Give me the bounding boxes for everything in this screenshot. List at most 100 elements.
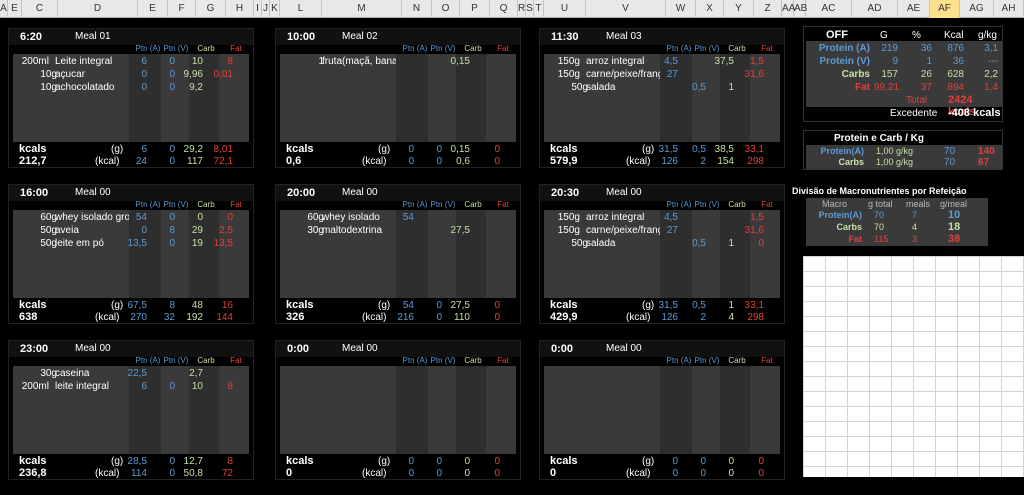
col-header-k[interactable]: K (270, 0, 280, 18)
item-value[interactable] (414, 225, 442, 237)
item-qty[interactable]: 150g (550, 56, 580, 68)
col-header-ah[interactable]: AH (994, 0, 1024, 18)
col-header-w[interactable]: W (666, 0, 696, 18)
item-value[interactable]: 29 (175, 225, 203, 237)
item-food[interactable]: carne/peixe/frango (586, 69, 660, 81)
col-header-a[interactable]: A (0, 0, 8, 18)
item-value[interactable] (386, 56, 414, 68)
item-value[interactable]: 0 (147, 238, 175, 250)
col-header-n[interactable]: N (402, 0, 432, 18)
item-value[interactable]: 4,5 (650, 56, 678, 68)
col-header-ae[interactable]: AE (898, 0, 930, 18)
col-header-z[interactable]: Z (754, 0, 782, 18)
item-value[interactable]: 0 (147, 69, 175, 81)
item-value[interactable] (147, 368, 175, 380)
item-qty[interactable]: 150g (550, 212, 580, 224)
item-food[interactable]: whey isolado (322, 212, 396, 224)
item-qty[interactable]: 10g (27, 82, 57, 94)
item-food[interactable]: arroz integral (586, 56, 660, 68)
col-header-p[interactable]: P (460, 0, 490, 18)
item-value[interactable]: 0 (205, 212, 233, 224)
col-header-t[interactable]: T (534, 0, 544, 18)
item-value[interactable] (678, 56, 706, 68)
item-qty[interactable]: 50g (558, 238, 588, 250)
item-value[interactable]: 0,01 (205, 69, 233, 81)
col-header-y[interactable]: Y (724, 0, 754, 18)
item-value[interactable]: 2,7 (175, 368, 203, 380)
col-header-r[interactable]: R (518, 0, 526, 18)
item-food[interactable]: salada (586, 238, 660, 250)
item-qty[interactable]: 30g (27, 368, 57, 380)
item-value[interactable]: 1 (706, 82, 734, 94)
item-value[interactable] (414, 56, 442, 68)
item-value[interactable] (205, 82, 233, 94)
col-header-aa[interactable]: AA (782, 0, 795, 18)
item-value[interactable]: 0 (119, 69, 147, 81)
col-header-m[interactable]: M (322, 0, 402, 18)
item-qty[interactable]: 150g (550, 225, 580, 237)
col-header-j[interactable]: J (262, 0, 270, 18)
item-value[interactable] (706, 69, 734, 81)
item-food[interactable]: fruta(maçã, banana) (322, 56, 396, 68)
col-header-u[interactable]: U (544, 0, 586, 18)
item-value[interactable]: 31,6 (736, 69, 764, 81)
col-header-h[interactable]: H (226, 0, 254, 18)
col-header-l[interactable]: L (280, 0, 322, 18)
item-value[interactable]: 1 (706, 238, 734, 250)
item-qty[interactable]: 150g (550, 69, 580, 81)
item-qty[interactable]: 200ml (19, 381, 49, 393)
col-header-q[interactable]: Q (490, 0, 518, 18)
item-value[interactable]: 9,96 (175, 69, 203, 81)
col-header-o[interactable]: O (432, 0, 460, 18)
item-value[interactable] (414, 212, 442, 224)
col-header-d[interactable]: D (58, 0, 138, 18)
item-food[interactable]: whey isolado grow (55, 212, 129, 224)
item-qty[interactable]: 60g (294, 212, 324, 224)
item-value[interactable]: 2,5 (205, 225, 233, 237)
item-value[interactable]: 0,5 (678, 82, 706, 94)
item-value[interactable] (472, 225, 500, 237)
col-header-x[interactable]: X (696, 0, 724, 18)
item-value[interactable]: 8 (205, 381, 233, 393)
col-header-ad[interactable]: AD (852, 0, 898, 18)
col-header-af[interactable]: AF (930, 0, 960, 18)
col-header-f[interactable]: F (168, 0, 196, 18)
item-food[interactable]: leite integral (55, 381, 129, 393)
item-food[interactable]: arroz integral (586, 212, 660, 224)
item-value[interactable]: 27 (650, 69, 678, 81)
item-value[interactable]: 0 (147, 212, 175, 224)
item-value[interactable] (736, 82, 764, 94)
item-value[interactable]: 0,5 (678, 238, 706, 250)
item-value[interactable]: 31,6 (736, 225, 764, 237)
item-food[interactable]: açucar (55, 69, 129, 81)
item-food[interactable]: salada (586, 82, 660, 94)
item-value[interactable] (706, 225, 734, 237)
col-header-c[interactable]: C (22, 0, 58, 18)
item-value[interactable]: 22,5 (119, 368, 147, 380)
item-value[interactable]: 4,5 (650, 212, 678, 224)
item-value[interactable]: 6 (119, 381, 147, 393)
item-value[interactable]: 27,5 (442, 225, 470, 237)
item-food[interactable]: aveia (55, 225, 129, 237)
empty-cells-area[interactable] (803, 256, 1024, 477)
col-header-e[interactable]: E (8, 0, 22, 18)
item-value[interactable]: 0,15 (442, 56, 470, 68)
col-header-s[interactable]: S (526, 0, 534, 18)
item-food[interactable]: leite em pó (55, 238, 129, 250)
item-value[interactable] (472, 56, 500, 68)
item-value[interactable]: 10 (175, 56, 203, 68)
item-value[interactable]: 0 (119, 82, 147, 94)
item-value[interactable]: 0 (119, 225, 147, 237)
item-value[interactable] (386, 225, 414, 237)
item-value[interactable] (472, 212, 500, 224)
item-value[interactable] (205, 368, 233, 380)
item-qty[interactable]: 50g (27, 225, 57, 237)
col-header-v[interactable]: V (586, 0, 666, 18)
item-value[interactable]: 6 (119, 56, 147, 68)
item-value[interactable]: 54 (119, 212, 147, 224)
col-header-i[interactable]: I (254, 0, 262, 18)
item-value[interactable] (678, 212, 706, 224)
item-qty[interactable]: 30g (294, 225, 324, 237)
item-food[interactable]: achocolatado (55, 82, 129, 94)
item-value[interactable]: 13,5 (205, 238, 233, 250)
